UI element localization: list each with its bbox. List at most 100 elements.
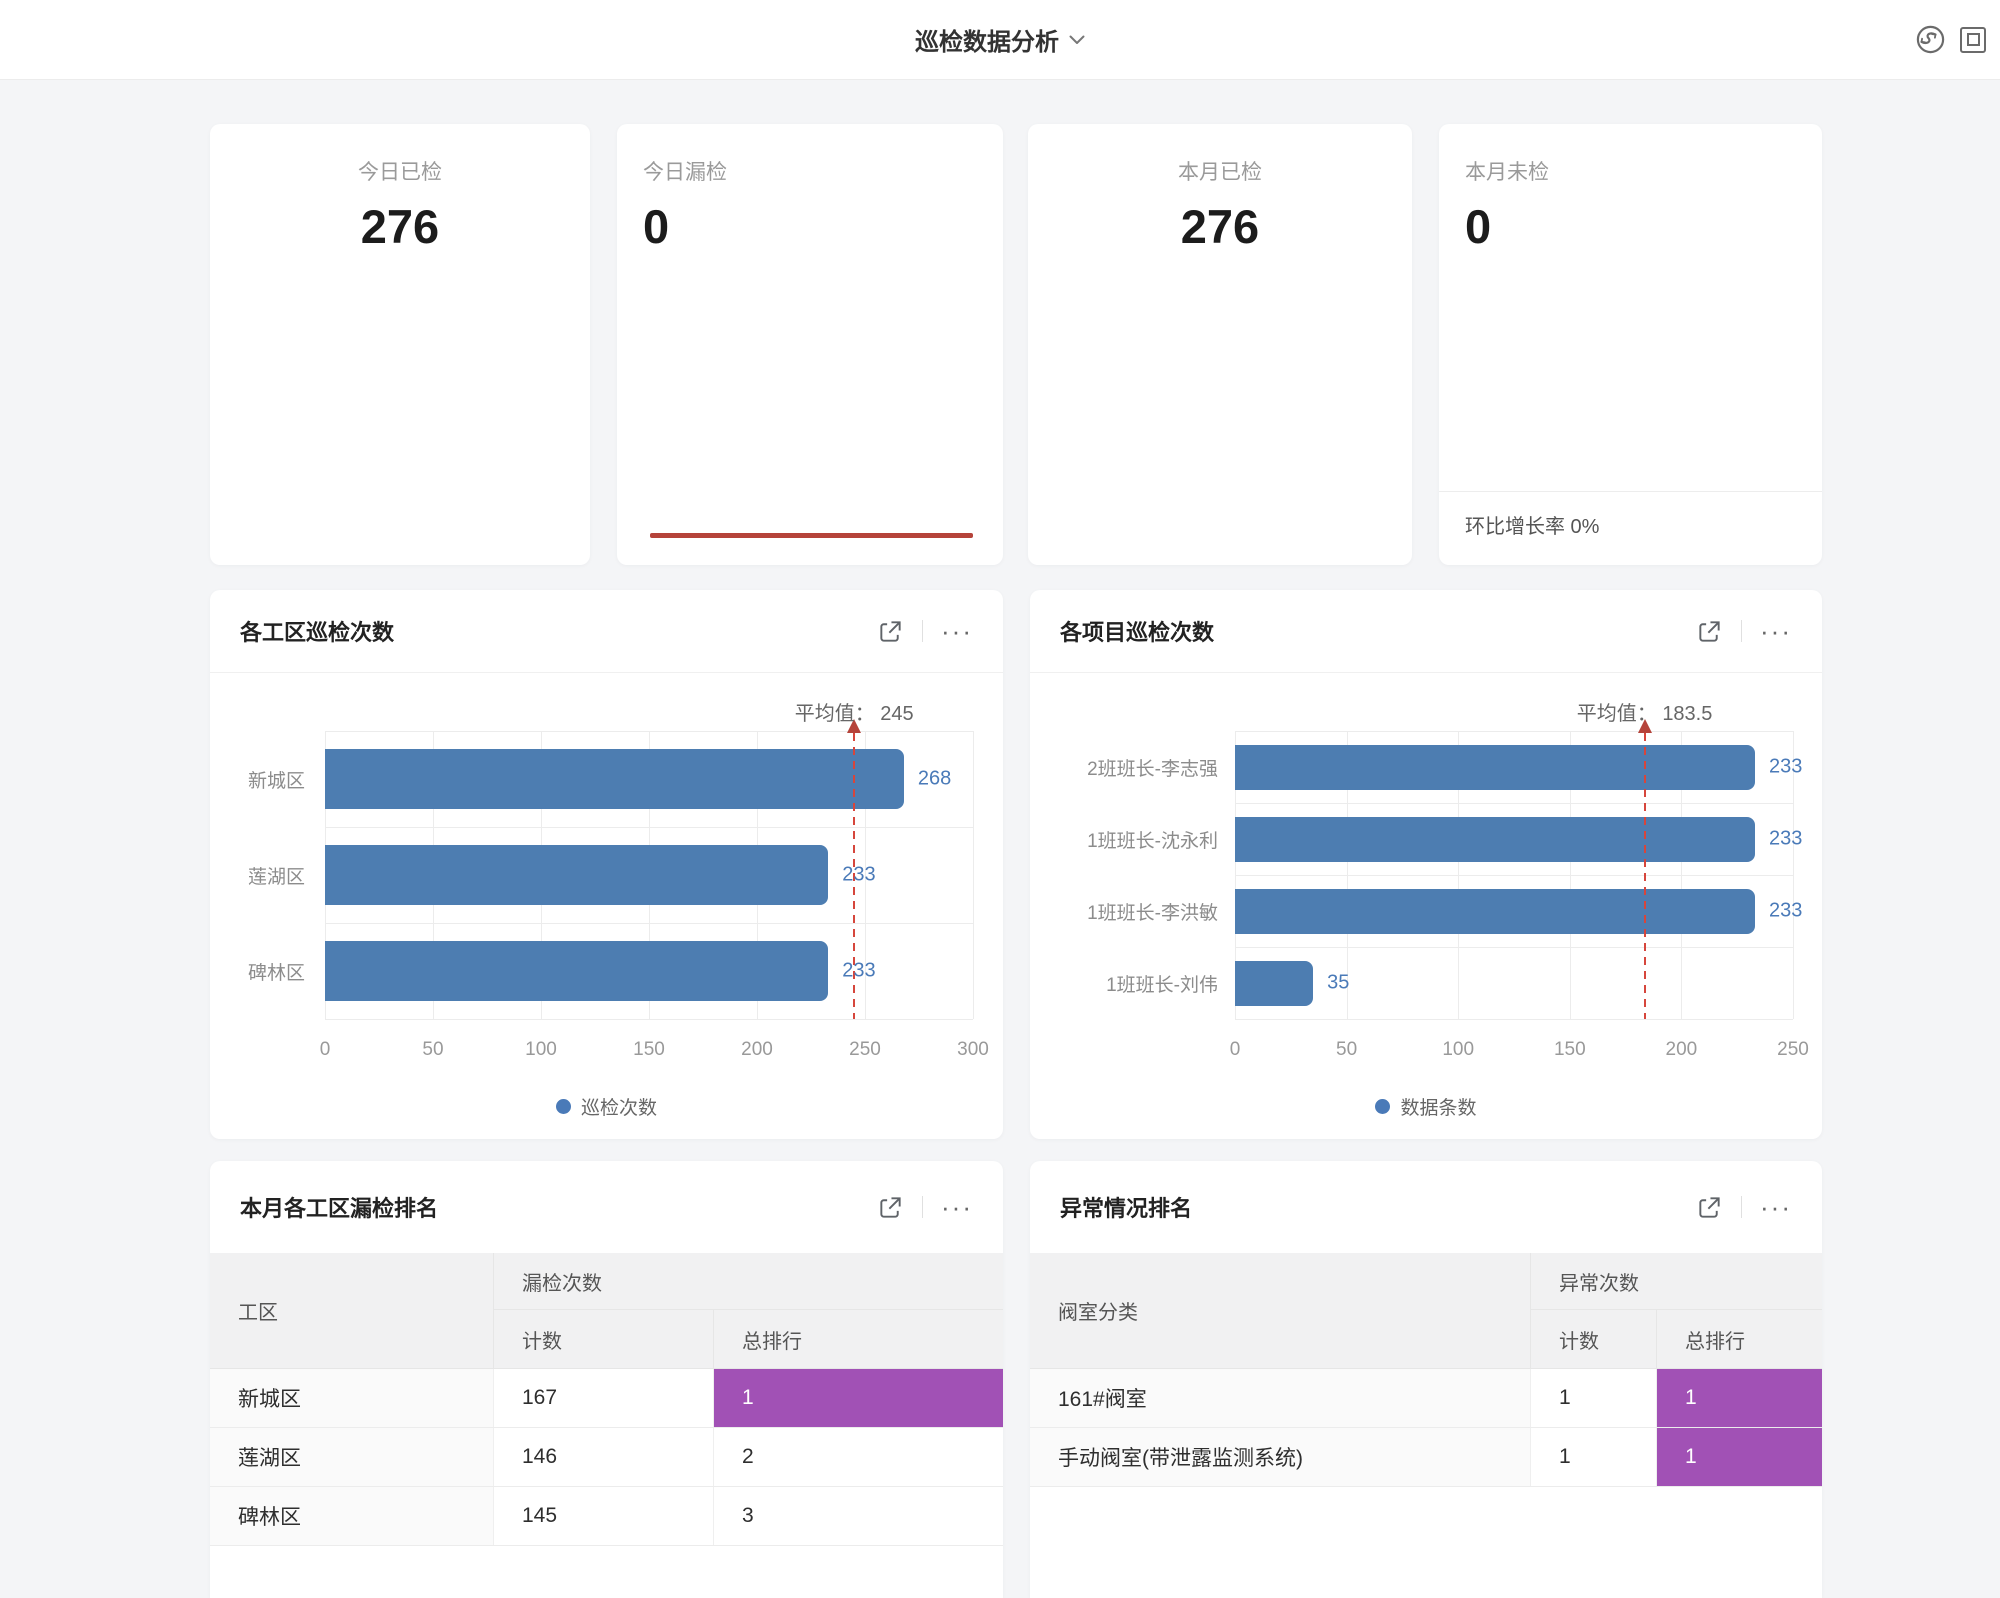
more-icon[interactable]: ··· bbox=[1760, 1197, 1792, 1217]
cell-count: 1 bbox=[1531, 1428, 1657, 1486]
kpi-card-month-unchecked: 本月未检 0 环比增长率 0% bbox=[1439, 124, 1822, 565]
divider bbox=[1741, 1196, 1742, 1218]
export-icon[interactable] bbox=[1696, 618, 1723, 645]
average-label: 平均值： 245 bbox=[795, 697, 914, 726]
chart-card-project: 各项目巡检次数 ··· 0 50 100 150 200 250 233 2班班长-李志强 23… bbox=[1030, 590, 1822, 1139]
cell-rank: 1 bbox=[1657, 1428, 1822, 1486]
more-icon[interactable]: ··· bbox=[1760, 621, 1792, 641]
legend-label: 数据条数 bbox=[1400, 1093, 1476, 1120]
x-axis-tick: 0 bbox=[1230, 1039, 1241, 1061]
x-axis-tick: 200 bbox=[741, 1039, 773, 1061]
kpi-value: 276 bbox=[1028, 200, 1412, 254]
card-actions: ··· bbox=[1696, 618, 1792, 645]
kpi-card-today-missed: 今日漏检 0 bbox=[617, 124, 1003, 565]
x-axis-tick: 250 bbox=[1777, 1039, 1809, 1061]
fullscreen-icon[interactable] bbox=[1960, 27, 1986, 53]
bar[interactable] bbox=[1235, 961, 1313, 1006]
x-axis-tick: 300 bbox=[957, 1039, 989, 1061]
card-header: 各项目巡检次数 ··· bbox=[1030, 590, 1822, 673]
column-header-rank: 总排行 bbox=[1657, 1310, 1822, 1368]
grid-line bbox=[973, 731, 974, 1019]
x-axis-tick: 50 bbox=[422, 1039, 443, 1061]
table-header: 工区 漏检次数 计数 总排行 bbox=[210, 1253, 1003, 1369]
x-axis-tick: 100 bbox=[1442, 1039, 1474, 1061]
divider bbox=[922, 1196, 923, 1218]
cell-name: 莲湖区 bbox=[210, 1428, 494, 1486]
legend-label: 巡检次数 bbox=[581, 1093, 657, 1120]
table-card-anomaly-ranking: 异常情况排名 ··· 阀室分类 异常次数 计数 bbox=[1030, 1161, 1822, 1598]
x-axis-tick: 100 bbox=[525, 1039, 557, 1061]
bar-value-label: 233 bbox=[1769, 828, 1802, 851]
bar-value-label: 35 bbox=[1327, 972, 1349, 995]
x-axis-tick: 250 bbox=[849, 1039, 881, 1061]
table-row: 碑林区1453 bbox=[210, 1487, 1003, 1546]
cell-count: 146 bbox=[494, 1428, 714, 1486]
bar-value-label: 233 bbox=[842, 864, 875, 887]
cell-name: 碑林区 bbox=[210, 1487, 494, 1545]
x-axis-tick: 200 bbox=[1666, 1039, 1698, 1061]
bar[interactable] bbox=[1235, 745, 1755, 790]
cell-rank: 3 bbox=[714, 1487, 1003, 1545]
more-icon[interactable]: ··· bbox=[941, 621, 973, 641]
grid-line bbox=[1235, 731, 1793, 732]
chart-title: 各项目巡检次数 bbox=[1060, 615, 1696, 647]
chart-card-workzone: 各工区巡检次数 ··· 050100150200250300268新城区233莲… bbox=[210, 590, 1003, 1139]
cell-count: 1 bbox=[1531, 1369, 1657, 1427]
divider bbox=[1741, 620, 1742, 642]
sync-icon[interactable] bbox=[1915, 24, 1946, 55]
bar[interactable] bbox=[1235, 889, 1755, 934]
kpi-label: 本月已检 bbox=[1028, 160, 1412, 186]
mom-growth-rate: 环比增长率 0% bbox=[1465, 510, 1599, 539]
x-axis-tick: 0 bbox=[320, 1039, 331, 1061]
column-header-count: 计数 bbox=[494, 1310, 714, 1368]
chart-legend[interactable]: 数据条数 bbox=[1030, 1093, 1822, 1120]
cell-rank: 1 bbox=[714, 1369, 1003, 1427]
category-label: 1班班长-刘伟 bbox=[1030, 947, 1218, 1019]
cell-rank: 2 bbox=[714, 1428, 1003, 1486]
cell-name: 新城区 bbox=[210, 1369, 494, 1427]
average-label: 平均值： 183.5 bbox=[1577, 697, 1713, 726]
kpi-value: 276 bbox=[210, 200, 590, 254]
table-row: 161#阀室11 bbox=[1030, 1369, 1822, 1428]
grid-line bbox=[1235, 875, 1793, 876]
kpi-value: 0 bbox=[643, 200, 1003, 254]
more-icon[interactable]: ··· bbox=[941, 1197, 973, 1217]
bar[interactable] bbox=[325, 845, 828, 905]
bar[interactable] bbox=[325, 941, 828, 1001]
export-icon[interactable] bbox=[1696, 1194, 1723, 1221]
table-row: 莲湖区1462 bbox=[210, 1428, 1003, 1487]
bar[interactable] bbox=[1235, 817, 1755, 862]
category-label: 莲湖区 bbox=[210, 827, 305, 923]
table-title: 本月各工区漏检排名 bbox=[240, 1191, 877, 1223]
table-header: 阀室分类 异常次数 计数 总排行 bbox=[1030, 1253, 1822, 1369]
table-row: 新城区1671 bbox=[210, 1369, 1003, 1428]
top-bar: 巡检数据分析 bbox=[0, 0, 2000, 80]
chart-legend[interactable]: 巡检次数 bbox=[210, 1093, 1003, 1120]
zero-trend-line bbox=[650, 533, 973, 538]
export-icon[interactable] bbox=[877, 618, 904, 645]
category-label: 碑林区 bbox=[210, 923, 305, 1019]
bar-value-label: 233 bbox=[1769, 756, 1802, 779]
column-header-count: 计数 bbox=[1531, 1310, 1657, 1368]
grid-line bbox=[1235, 947, 1793, 948]
table-body: 新城区1671莲湖区1462碑林区1453 bbox=[210, 1369, 1003, 1546]
bar-chart-project: 0501001502002502332班班长-李志强2331班班长-沈永利233… bbox=[1030, 673, 1822, 1140]
category-label: 1班班长-沈永利 bbox=[1030, 803, 1218, 875]
category-label: 2班班长-李志强 bbox=[1030, 731, 1218, 803]
table-card-missed-ranking: 本月各工区漏检排名 ··· 工区 漏检次数 计数 bbox=[210, 1161, 1003, 1598]
x-axis-tick: 50 bbox=[1336, 1039, 1357, 1061]
grid-line bbox=[1235, 803, 1793, 804]
kpi-card-month-inspected: 本月已检 276 bbox=[1028, 124, 1412, 565]
chart-title: 各工区巡检次数 bbox=[240, 615, 877, 647]
card-header: 各工区巡检次数 ··· bbox=[210, 590, 1003, 673]
fullscreen-outer-square bbox=[1960, 27, 1986, 53]
x-axis-tick: 150 bbox=[1554, 1039, 1586, 1061]
table-title: 异常情况排名 bbox=[1060, 1191, 1696, 1223]
export-icon[interactable] bbox=[877, 1194, 904, 1221]
kpi-label: 今日已检 bbox=[210, 160, 590, 186]
report-title-dropdown[interactable]: 巡检数据分析 bbox=[915, 22, 1085, 57]
bar[interactable] bbox=[325, 749, 904, 809]
bar-chart-workzone: 050100150200250300268新城区233莲湖区233碑林区平均值：… bbox=[210, 673, 1003, 1140]
column-header-valve-class: 阀室分类 bbox=[1030, 1253, 1531, 1368]
card-header: 本月各工区漏检排名 ··· bbox=[210, 1161, 1003, 1253]
